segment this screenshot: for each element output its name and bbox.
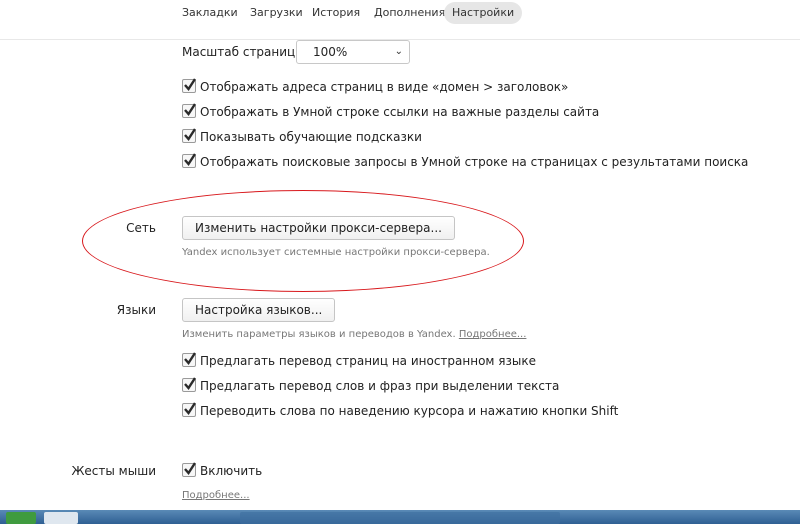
option-label: Отображать адреса страниц в виде «домен … — [200, 80, 569, 94]
start-button-icon[interactable] — [6, 512, 36, 524]
option-label: Предлагать перевод слов и фраз при выдел… — [200, 379, 560, 393]
checkbox[interactable] — [182, 352, 197, 367]
chevron-down-icon: ⌄ — [394, 46, 403, 57]
section-languages-label: Языки — [116, 303, 156, 317]
taskbar — [0, 510, 800, 524]
section-mouse-gestures-label: Жесты мыши — [71, 464, 157, 478]
option-label: Отображать поисковые запросы в Умной стр… — [200, 155, 749, 169]
settings-top-nav: Закладки Загрузки История Дополнения Нас… — [0, 0, 800, 28]
taskbar-app-icon[interactable] — [44, 512, 78, 524]
tab-downloads[interactable]: Загрузки — [242, 2, 311, 24]
check-icon — [184, 402, 197, 415]
check-icon — [184, 78, 197, 91]
option-label: Переводить слова по наведению курсора и … — [200, 404, 619, 418]
check-icon — [184, 462, 197, 475]
checkbox[interactable] — [182, 153, 197, 168]
check-icon — [184, 377, 197, 390]
option-label: Предлагать перевод страниц на иностранно… — [200, 354, 536, 368]
mouse-gestures-more-link[interactable]: Подробнее... — [182, 490, 250, 501]
languages-more-link[interactable]: Подробнее... — [459, 329, 527, 340]
check-icon — [184, 352, 197, 365]
tab-bookmarks[interactable]: Закладки — [174, 2, 246, 24]
checkbox[interactable] — [182, 78, 197, 93]
checkbox[interactable] — [182, 402, 197, 417]
red-annotation-ellipse — [82, 190, 524, 292]
check-icon — [184, 128, 197, 141]
zoom-label: Масштаб страницы: — [182, 45, 309, 59]
check-icon — [184, 103, 197, 116]
option-label: Отображать в Умной строке ссылки на важн… — [200, 105, 600, 119]
zoom-select[interactable]: 100% ⌄ — [296, 40, 410, 64]
taskbar-window-button[interactable] — [240, 512, 560, 524]
checkbox[interactable] — [182, 128, 197, 143]
languages-hint-text: Изменить параметры языков и переводов в … — [182, 329, 456, 340]
checkbox[interactable] — [182, 103, 197, 118]
checkbox[interactable] — [182, 462, 197, 477]
zoom-value: 100% — [313, 45, 348, 59]
tab-history[interactable]: История — [304, 2, 368, 24]
tab-settings[interactable]: Настройки — [444, 2, 523, 24]
check-icon — [184, 153, 197, 166]
language-settings-button[interactable]: Настройка языков... — [182, 298, 336, 322]
checkbox[interactable] — [182, 377, 197, 392]
languages-hint: Изменить параметры языков и переводов в … — [182, 329, 526, 340]
option-label: Показывать обучающие подсказки — [200, 130, 422, 144]
tab-extensions[interactable]: Дополнения — [366, 2, 453, 24]
option-label: Включить — [200, 464, 263, 478]
